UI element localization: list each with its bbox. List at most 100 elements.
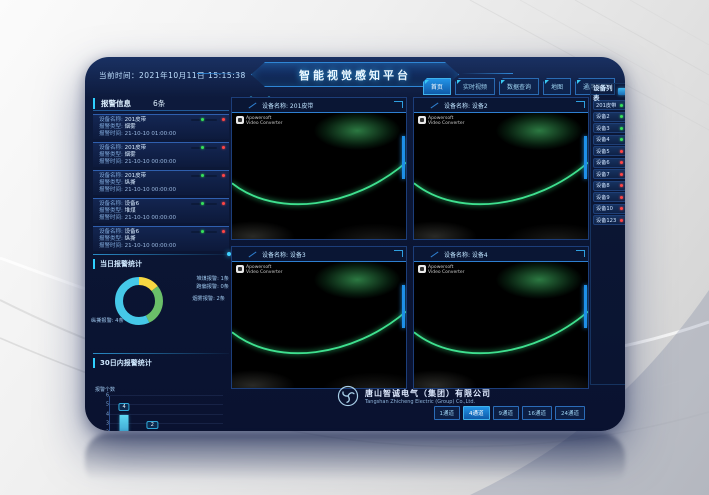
watermark-logo-icon — [236, 116, 244, 124]
alarm-status-bar — [191, 118, 225, 121]
status-strip — [191, 119, 217, 121]
offline-dot — [620, 184, 623, 187]
donut-label: 烟雾报警: 2条 — [192, 295, 225, 302]
video-panel[interactable]: 设备名称: 设备3 ApowersoftVideo Converter — [231, 246, 407, 389]
device-name: 设备8 — [596, 182, 610, 189]
video-scrollbar[interactable] — [402, 285, 405, 328]
device-list-item[interactable]: 设备6 — [593, 158, 625, 168]
video-panel[interactable]: 设备名称: 201皮带ApowersoftVideo Converter — [231, 97, 407, 240]
video-panel-header: 设备名称: 设备2 — [414, 98, 588, 113]
device-name: 201皮带 — [596, 102, 616, 109]
y-tick-label: 3 — [101, 422, 109, 427]
watermark-line2: Video Converter — [246, 121, 282, 126]
online-dot — [620, 115, 623, 118]
nav-button[interactable]: 实时视频 — [455, 78, 495, 95]
alarm-item[interactable]: 设备名称: 设备6报警类型: 纵撕报警时间: 21-10-10 00:00:00 — [93, 226, 229, 251]
today-stats-title: 当日报警统计 — [93, 259, 229, 269]
device-list-panel: 设备列表 201皮带设备2设备3 设备4 设备5 设备6设备7 设备8 设备9 设备10设备… — [590, 83, 625, 385]
red-status-dot — [222, 118, 225, 121]
current-time: 当前时间：2021年10月11日 15:15:38 — [99, 70, 246, 81]
device-list-item[interactable]: 设备2 — [593, 112, 625, 122]
donut-label: 纵撕报警: 4条 — [91, 317, 124, 324]
alarm-item[interactable]: 设备名称: 201皮带报警类型: 烟雾报警时间: 21-10-10 00:00:… — [93, 142, 229, 167]
device-list-item[interactable]: 设备5 — [593, 146, 625, 156]
donut-label: 跑偏报警: 0条 — [196, 283, 229, 290]
status-strip — [191, 147, 217, 149]
alarm-field-label: 设备名称: — [99, 229, 125, 235]
video-panel-header: 设备名称: 设备3 — [232, 247, 406, 262]
alarm-field-label: 设备名称: — [99, 117, 125, 123]
watermark-text: ApowersoftVideo Converter — [246, 265, 282, 275]
alarm-field: 报警类型: 堆煤 — [99, 208, 225, 215]
company-name-en: Tangshan Zhicheng Electric (Group) Co.,L… — [365, 399, 491, 405]
alarm-list: 设备名称: 201皮带报警类型: 烟雾报警时间: 21-10-10 01:00:… — [93, 114, 229, 251]
alarm-item[interactable]: 设备名称: 设备6报警类型: 堆煤报警时间: 21-10-10 00:00:00 — [93, 198, 229, 223]
offline-dot — [620, 173, 623, 176]
channel-button[interactable]: 24通道 — [555, 406, 585, 420]
alarm-field-label: 报警类型: — [99, 236, 125, 242]
alarm-field: 报警时间: 21-10-10 00:00:00 — [99, 215, 225, 222]
device-list-item[interactable]: 设备7 — [593, 169, 625, 179]
alarm-item[interactable]: 设备名称: 201皮带报警类型: 纵撕报警时间: 21-10-10 00:00:… — [93, 170, 229, 195]
alarm-field-value: 21-10-10 00:00:00 — [125, 243, 176, 249]
alarm-field-label: 报警时间: — [99, 131, 125, 137]
nav-button[interactable]: 首页 — [423, 78, 451, 95]
list-tab-icon[interactable] — [618, 88, 625, 95]
video-panel-header: 设备名称: 设备4 — [414, 247, 588, 262]
channel-button[interactable]: 4通道 — [463, 406, 490, 420]
device-list-item[interactable]: 设备8 — [593, 181, 625, 191]
alarm-field-value: 纵撕 — [125, 180, 136, 186]
alarm-field-label: 报警类型: — [99, 124, 125, 130]
device-name: 设备9 — [596, 194, 610, 201]
channel-button[interactable]: 16通道 — [522, 406, 552, 420]
main-nav: 首页实时视频数据查询地图通用设置 — [423, 78, 615, 95]
alarm-item[interactable]: 设备名称: 201皮带报警类型: 烟雾报警时间: 21-10-10 01:00:… — [93, 114, 229, 139]
device-name: 设备5 — [596, 148, 610, 155]
alarm-field-label: 报警时间: — [99, 215, 125, 221]
device-list-header: 设备列表 — [593, 86, 625, 97]
alarm-field-label: 报警类型: — [99, 152, 125, 158]
channel-button[interactable]: 1通道 — [434, 406, 461, 420]
green-status-dot — [201, 202, 204, 205]
device-list-item[interactable]: 设备4 — [593, 135, 625, 145]
video-device-name: 设备名称: 设备3 — [262, 250, 306, 259]
alarm-field-label: 设备名称: — [99, 173, 125, 179]
channel-switcher: 1通道4通道9通道16通道24通道 — [434, 406, 586, 420]
device-list-item[interactable]: 设备10 — [593, 204, 625, 214]
online-dot — [620, 138, 623, 141]
device-list-item[interactable]: 设备9 — [593, 192, 625, 202]
nav-button[interactable]: 地图 — [543, 78, 571, 95]
device-list-item[interactable]: 201皮带 — [593, 100, 625, 110]
alarm-field: 报警时间: 21-10-10 00:00:00 — [99, 159, 225, 166]
watermark: ApowersoftVideo Converter — [236, 265, 282, 275]
watermark: ApowersoftVideo Converter — [418, 116, 464, 126]
belt-laser-line — [232, 113, 406, 239]
left-column: 报警信息 6条 设备名称: 201皮带报警类型: 烟雾报警时间: 21-10-1… — [93, 97, 229, 425]
section-divider — [93, 254, 229, 255]
bar — [120, 415, 129, 431]
video-panel[interactable]: 设备名称: 设备2 ApowersoftVideo Converter — [413, 97, 589, 240]
video-panel[interactable]: 设备名称: 设备4 ApowersoftVideo Converter — [413, 246, 589, 389]
red-status-dot — [222, 202, 225, 205]
alarm-field-value: 21-10-10 00:00:00 — [125, 187, 176, 193]
nav-button[interactable]: 数据查询 — [499, 78, 539, 95]
status-strip — [191, 203, 217, 205]
watermark-text: ApowersoftVideo Converter — [428, 116, 464, 126]
channel-button[interactable]: 9通道 — [493, 406, 520, 420]
online-dot — [620, 104, 623, 107]
bar-value-label: 4 — [119, 403, 130, 411]
alarm-field-value: 纵撕 — [125, 236, 136, 242]
video-scrollbar[interactable] — [402, 136, 405, 179]
watermark: ApowersoftVideo Converter — [418, 265, 464, 275]
alarm-field-value: 21-10-10 00:00:00 — [125, 215, 176, 221]
donut-label: 堆煤报警: 1条 — [196, 275, 229, 282]
device-list-item[interactable]: 设备3 — [593, 123, 625, 133]
video-scrollbar[interactable] — [584, 285, 587, 328]
online-dot — [620, 127, 623, 130]
device-list-item[interactable]: 设备123 — [593, 215, 625, 225]
alarm-status-bar — [191, 230, 225, 233]
bar-chart-plot: 01234564200 — [109, 396, 223, 431]
video-scrollbar[interactable] — [584, 136, 587, 179]
alarm-status-bar — [191, 174, 225, 177]
monthly-stats-title: 30日内报警统计 — [93, 358, 229, 368]
